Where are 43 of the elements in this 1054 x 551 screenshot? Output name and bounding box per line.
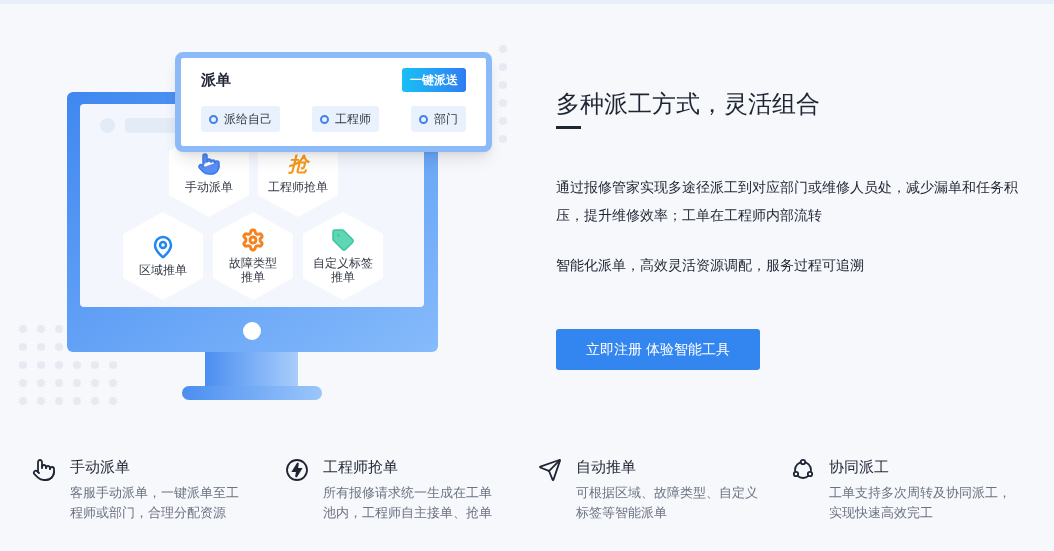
register-button[interactable]: 立即注册 体验智能工具 (556, 329, 760, 370)
feature-title: 协同派工 (829, 457, 890, 477)
mode-label: 推单 (241, 270, 265, 284)
feature-title: 手动派单 (70, 457, 131, 477)
lightning-circle-icon (285, 458, 309, 482)
mode-label: 故障类型 (229, 256, 277, 270)
assign-option[interactable]: 部门 (411, 106, 466, 132)
description-paragraph: 智能化派单，高效灵活资源调配，服务过程可追溯 (556, 256, 865, 275)
feature-title: 工程师抢单 (323, 457, 399, 477)
ring-icon (419, 114, 428, 124)
feature-description: 可根据区域、故障类型、自定义 (576, 484, 758, 502)
feature-description: 工单支持多次周转及协同派工， (829, 484, 1011, 502)
mode-label: 区域推单 (139, 263, 187, 277)
three-node-circle-icon (791, 458, 815, 482)
ring-icon (209, 114, 218, 124)
assign-option[interactable]: 派给自己 (201, 106, 280, 132)
mode-label: 工程师抢单 (268, 180, 328, 194)
feature-description: 所有报修请求统一生成在工单 (323, 484, 492, 502)
popup-title: 派单 (201, 69, 231, 90)
feature-description: 程师或部门，合理分配资源 (70, 504, 227, 522)
description-paragraph: 通过报修管家实现多途径派工到对应部门或维修人员处，减少漏单和任务积压，提升维修效率；工单在工程师内部流转 (556, 178, 1019, 225)
hand-pointer-icon (197, 152, 221, 176)
headline: 多种派工方式，灵活组合 (556, 89, 821, 119)
paper-plane-icon (538, 458, 562, 482)
mode-label: 手动派单 (185, 180, 233, 194)
mode-glyph: 抢 (288, 152, 308, 176)
assign-option[interactable]: 工程师 (312, 106, 379, 132)
mode-label: 自定义标签 (313, 256, 373, 270)
feature-title: 自动推单 (576, 457, 637, 477)
option-label: 工程师 (335, 111, 371, 128)
ring-icon (320, 114, 329, 124)
tag-icon (331, 228, 355, 252)
feature-description: 实现快速高效完工 (829, 504, 934, 522)
mode-label: 推单 (331, 270, 355, 284)
headline-underline (556, 126, 581, 129)
hand-pointer-icon (32, 458, 56, 482)
gear-icon (241, 228, 265, 252)
map-pin-icon (151, 235, 175, 259)
feature-description: 池内，工程师自主接单、抢单 (323, 504, 492, 522)
option-label: 派给自己 (224, 111, 272, 128)
feature-description: 客服手动派单，一键派单至工 (70, 484, 239, 502)
feature-description: 标签等智能派单 (576, 504, 668, 522)
option-label: 部门 (434, 111, 458, 128)
